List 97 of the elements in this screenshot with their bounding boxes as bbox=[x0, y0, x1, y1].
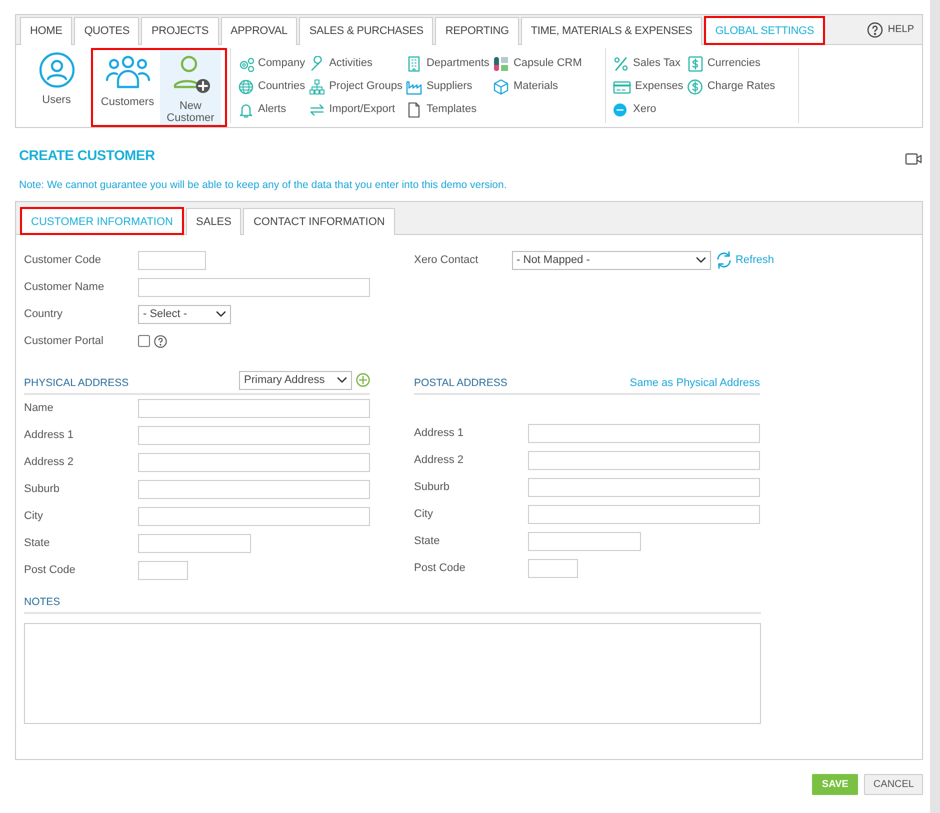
menu-link[interactable]: Suppliers bbox=[426, 78, 472, 95]
help-link[interactable]: HELP bbox=[888, 22, 914, 37]
dollar-coin-icon bbox=[687, 78, 704, 94]
field-label: Xero Contact bbox=[414, 253, 480, 268]
cube-icon bbox=[493, 78, 510, 94]
arrows-icon bbox=[309, 102, 326, 118]
menu-link[interactable]: Company bbox=[258, 55, 306, 72]
text-field[interactable] bbox=[528, 424, 760, 443]
caret-icon bbox=[216, 311, 226, 318]
text-field[interactable] bbox=[138, 452, 370, 472]
menu-link[interactable]: Project Groups bbox=[329, 78, 402, 95]
bell-icon bbox=[238, 102, 254, 118]
section-heading: POSTAL ADDRESS bbox=[414, 376, 508, 391]
text-field[interactable] bbox=[138, 398, 370, 418]
menu-link[interactable]: Materials bbox=[513, 78, 558, 95]
form-tab[interactable]: SALES bbox=[186, 208, 242, 235]
field-label: City bbox=[24, 509, 44, 524]
text-field[interactable] bbox=[528, 558, 578, 578]
help-icon bbox=[154, 334, 167, 348]
nav-tab[interactable]: SALES & PURCHASES bbox=[299, 17, 434, 45]
notes-field[interactable] bbox=[24, 622, 761, 724]
caret-icon bbox=[337, 377, 347, 384]
field-label: Customer Portal bbox=[24, 334, 104, 349]
field-label: Name bbox=[24, 401, 54, 416]
menu-link[interactable]: Xero bbox=[633, 101, 656, 118]
field-label: State bbox=[414, 534, 441, 549]
text-field[interactable] bbox=[528, 532, 641, 551]
menu-link[interactable]: Templates bbox=[426, 101, 477, 118]
ribbon-button[interactable]: Customers bbox=[97, 50, 158, 125]
gears-icon bbox=[238, 56, 254, 72]
text-field[interactable] bbox=[138, 426, 370, 445]
nav-tab[interactable]: APPROVAL bbox=[220, 17, 298, 45]
text-field[interactable] bbox=[138, 560, 188, 580]
globe-icon bbox=[238, 78, 254, 94]
field-label: Customer Name bbox=[24, 280, 106, 295]
nav-tab[interactable]: REPORTING bbox=[435, 17, 519, 45]
field-label: Post Code bbox=[24, 563, 76, 578]
percent-icon bbox=[613, 56, 629, 72]
text-field[interactable] bbox=[138, 534, 251, 553]
field-label: Address 2 bbox=[414, 453, 465, 468]
field-label: Address 1 bbox=[414, 426, 465, 441]
section-heading: NOTES bbox=[24, 595, 60, 610]
menu-link[interactable]: Countries bbox=[258, 78, 306, 95]
ribbon-button[interactable]: Users bbox=[26, 48, 87, 127]
factory-icon bbox=[406, 78, 422, 94]
building-icon bbox=[406, 56, 422, 72]
field-label: Customer Code bbox=[24, 253, 102, 268]
select-field[interactable]: - Select - bbox=[138, 304, 231, 324]
menu-link[interactable]: Expenses bbox=[635, 78, 684, 95]
hierarchy-icon bbox=[309, 78, 326, 94]
video-icon[interactable] bbox=[905, 152, 922, 166]
field-label: Address 2 bbox=[24, 455, 75, 470]
page-title: CREATE CUSTOMER bbox=[19, 146, 155, 165]
menu-link[interactable]: Currencies bbox=[707, 55, 760, 72]
menu-link[interactable]: Sales Tax bbox=[633, 55, 680, 72]
user-icon bbox=[38, 52, 74, 88]
nav-tab[interactable]: HOME bbox=[20, 17, 72, 45]
section-heading: PHYSICAL ADDRESS bbox=[24, 376, 129, 391]
refresh-icon bbox=[715, 251, 734, 270]
cancel-button[interactable]: CANCEL bbox=[864, 774, 923, 795]
nav-tab[interactable]: TIME, MATERIALS & EXPENSES bbox=[520, 17, 702, 45]
form-tab[interactable]: CONTACT INFORMATION bbox=[243, 208, 395, 235]
card-icon bbox=[613, 78, 631, 94]
menu-link[interactable]: Capsule CRM bbox=[513, 55, 582, 72]
nav-tab[interactable]: PROJECTS bbox=[141, 17, 219, 45]
field-label: Address 1 bbox=[24, 428, 75, 443]
text-field[interactable] bbox=[528, 450, 760, 470]
menu-link[interactable]: Charge Rates bbox=[707, 78, 776, 95]
text-field[interactable] bbox=[138, 506, 370, 526]
notice-text: Note: We cannot guarantee you will be able to keep any of the data that you enter into this demo version. bbox=[19, 178, 508, 193]
help-icon bbox=[866, 22, 883, 38]
field-label: State bbox=[24, 536, 51, 551]
text-field[interactable] bbox=[528, 478, 760, 497]
menu-link[interactable]: Import/Export bbox=[329, 101, 396, 118]
field-label: Suburb bbox=[24, 482, 60, 497]
field-label: Country bbox=[24, 307, 64, 322]
people-icon bbox=[104, 54, 150, 90]
field-label: Post Code bbox=[414, 561, 466, 576]
add-icon[interactable] bbox=[356, 373, 370, 388]
menu-link[interactable]: Activities bbox=[329, 55, 372, 72]
capsule-icon bbox=[493, 56, 510, 72]
field-label: Suburb bbox=[414, 480, 450, 495]
dollar-icon bbox=[687, 56, 704, 72]
text-field[interactable] bbox=[528, 504, 760, 524]
nav-tab[interactable]: QUOTES bbox=[74, 17, 140, 45]
field-label: City bbox=[414, 507, 434, 522]
checkbox[interactable] bbox=[138, 335, 150, 348]
menu-link[interactable]: Alerts bbox=[258, 101, 286, 118]
text-field[interactable] bbox=[138, 278, 370, 297]
select-field[interactable]: - Not Mapped - bbox=[512, 250, 712, 270]
caret-icon bbox=[696, 257, 706, 264]
text-field[interactable] bbox=[138, 250, 206, 270]
text-field[interactable] bbox=[138, 480, 370, 499]
ribbon-button[interactable]: New Customer bbox=[160, 50, 221, 125]
menu-link[interactable]: Departments bbox=[426, 55, 490, 72]
document-icon bbox=[406, 102, 422, 118]
select-field[interactable]: Primary Address bbox=[239, 370, 352, 390]
